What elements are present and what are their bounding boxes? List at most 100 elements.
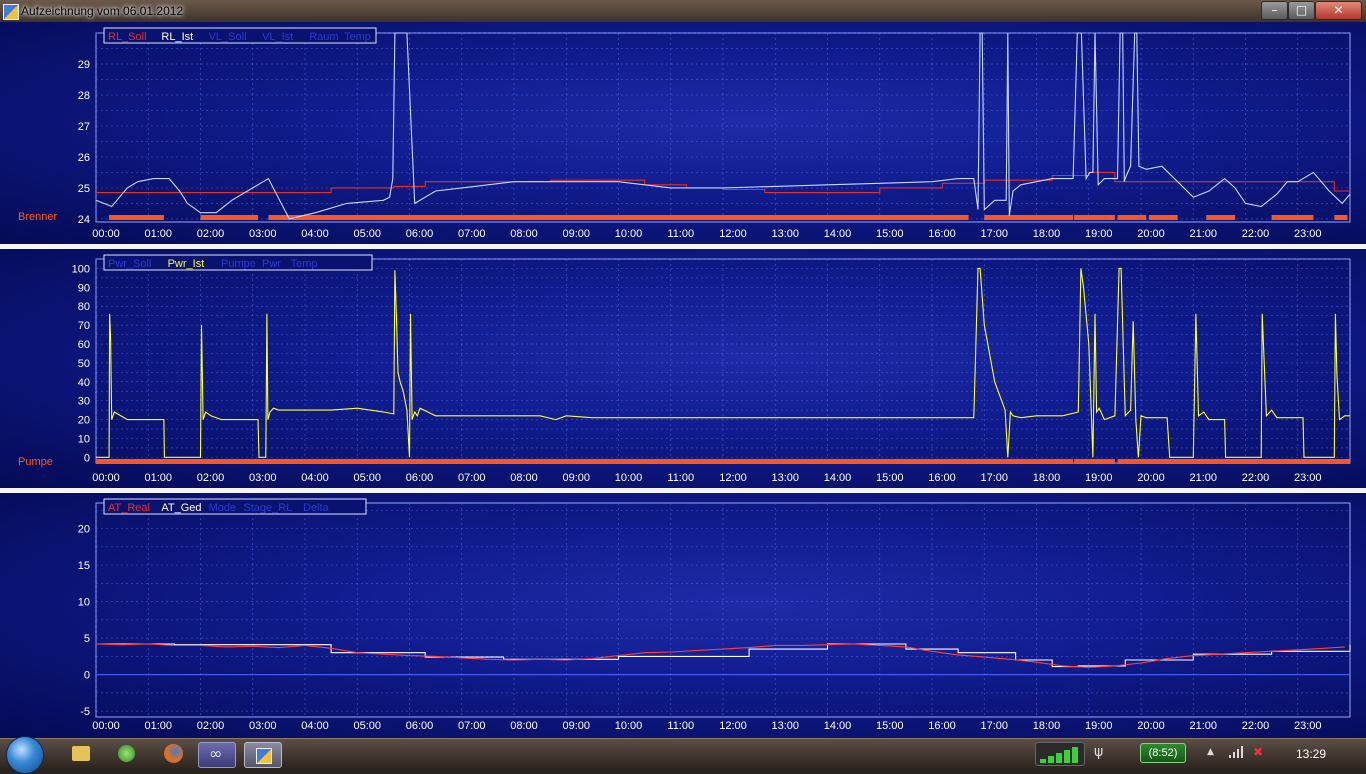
x-tick-label: 03:00 [249,720,277,732]
x-tick-label: 08:00 [510,228,538,240]
x-tick-label: 21:00 [1189,228,1217,240]
x-tick-label: 10:00 [615,472,643,484]
maximize-button[interactable]: □ [1288,1,1315,20]
x-tick-label: 20:00 [1137,472,1165,484]
start-orb-icon[interactable] [6,736,44,774]
x-tick-label: 05:00 [353,720,381,732]
x-tick-label: 09:00 [562,228,590,240]
close-button[interactable]: ✕ [1315,1,1362,20]
chart-svg: 00:00 01:00 02:00 03:00 04:00 05:00 06:00 07:00… [78,498,1351,732]
status-bar-segment [984,215,1074,220]
show-hidden-icons-icon[interactable]: ▲ [1207,747,1214,757]
legend-item-temp: Temp [291,258,318,270]
x-tick-label: 10:00 [615,720,643,732]
x-tick-label: 23:00 [1294,228,1322,240]
x-tick-label: 09:00 [562,720,590,732]
minimize-button[interactable]: – [1261,1,1288,20]
status-bar-segment [1148,215,1178,220]
legend-item-temp: Temp [344,31,371,43]
side-label: Pumpe [18,456,53,468]
window-title: Aufzeichnung vom 06.01.2012 [21,4,184,18]
wifi-icon[interactable]: ψ [1094,744,1103,760]
x-tick-label: 01:00 [144,228,172,240]
y-tick-label: 15 [78,560,90,572]
y-tick-label: 30 [78,396,90,408]
legend-item-pumpe: Pumpe [221,258,256,270]
y-tick-label: 24 [78,214,90,226]
legend-item-stage-rl: Stage_RL [243,502,292,514]
x-tick-label: 03:00 [249,228,277,240]
x-tick-label: 18:00 [1033,472,1061,484]
y-tick-label: 25 [78,183,90,195]
status-bar-segment [1206,215,1236,220]
app-icon[interactable] [244,742,282,768]
x-tick-label: 17:00 [980,472,1008,484]
x-tick-label: 22:00 [1242,228,1270,240]
x-tick-label: 08:00 [510,472,538,484]
app-icon[interactable] [198,742,236,768]
x-tick-label: 05:00 [353,472,381,484]
status-bar-segment [1334,215,1348,220]
x-tick-label: 16:00 [928,720,956,732]
status-bar-segment [109,215,164,220]
legend-item-rl-soll: RL_Soll [108,31,147,43]
window-titlebar: Aufzeichnung vom 06.01.2012 – □ ✕ [0,0,1366,22]
status-bar-segment [1074,215,1115,220]
x-tick-label: 07:00 [458,228,486,240]
y-tick-label: 0 [84,452,90,464]
x-tick-label: 13:00 [771,472,799,484]
x-tick-label: 02:00 [197,720,225,732]
y-tick-label: 80 [78,301,90,313]
x-tick-label: 09:00 [562,472,590,484]
app-icon[interactable] [108,742,144,766]
x-tick-label: 01:00 [144,472,172,484]
signal-strength-icon[interactable] [1035,742,1085,766]
x-tick-label: 04:00 [301,720,329,732]
battery-icon[interactable]: (8:52) [1140,743,1186,763]
status-bar-segment [268,215,969,220]
x-tick-label: 10:00 [615,228,643,240]
explorer-icon[interactable] [63,742,99,766]
x-tick-label: 14:00 [824,472,852,484]
status-bar-segment [1117,459,1350,464]
x-tick-label: 06:00 [406,228,434,240]
chart-panel-pumpe: 00:00 01:00 02:00 03:00 04:00 05:00 06:00 07:00… [0,249,1366,488]
y-tick-label: -5 [80,706,90,718]
status-bar-segment [1074,459,1115,464]
y-tick-label: 26 [78,152,90,164]
legend-item-raum: Raum [309,31,338,43]
chart-panel-brenner: 00:00 01:00 02:00 03:00 04:00 05:00 06:00 07:00… [0,22,1366,244]
firefox-icon[interactable] [155,742,191,766]
legend-item-at-ged: AT_Ged [161,502,201,514]
x-tick-label: 17:00 [980,228,1008,240]
x-tick-label: 15:00 [876,228,904,240]
network-icon[interactable] [1228,745,1244,759]
x-tick-label: 21:00 [1189,720,1217,732]
y-tick-label: 90 [78,282,90,294]
clock[interactable]: 13:29 [1296,747,1326,761]
legend-item-pwr-ist: Pwr_Ist [168,258,205,270]
x-tick-label: 13:00 [771,228,799,240]
x-tick-label: 19:00 [1085,228,1113,240]
x-tick-label: 04:00 [301,472,329,484]
side-label: Brenner [18,211,57,223]
y-tick-label: 100 [72,263,90,275]
volume-muted-icon[interactable]: ✖ [1253,745,1263,759]
legend-item-delta: Delta [303,502,330,514]
x-tick-label: 02:00 [197,228,225,240]
status-bar-segment [200,215,258,220]
x-tick-label: 14:00 [824,228,852,240]
x-tick-label: 03:00 [249,472,277,484]
status-bar-segment [1117,215,1147,220]
y-tick-label: 40 [78,377,90,389]
y-tick-label: 28 [78,90,90,102]
legend-item-rl-ist: RL_Ist [161,31,193,43]
chart-svg: 00:00 01:00 02:00 03:00 04:00 05:00 06:00 07:00… [18,254,1351,484]
y-tick-label: 10 [78,433,90,445]
series-line-at-real [95,643,1345,668]
x-tick-label: 19:00 [1085,472,1113,484]
x-tick-label: 18:00 [1033,720,1061,732]
x-tick-label: 06:00 [406,472,434,484]
x-tick-label: 15:00 [876,472,904,484]
x-tick-label: 18:00 [1033,228,1061,240]
